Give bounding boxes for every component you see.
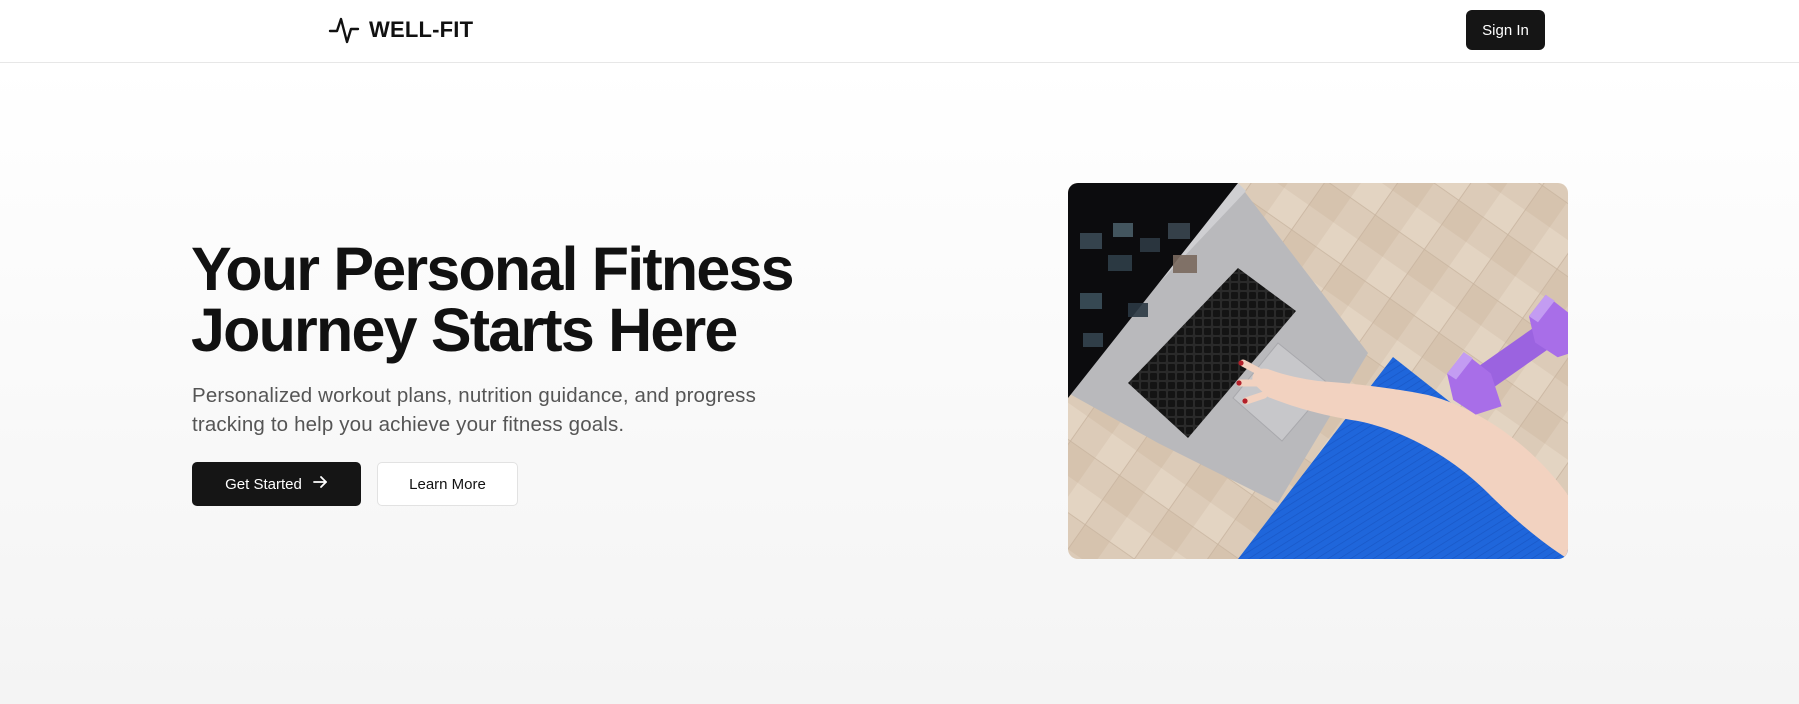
hero-section: Your Personal Fitness Journey Starts Her…: [0, 63, 1799, 704]
top-navbar: WELL-FIT Sign In: [0, 0, 1799, 63]
sign-in-button[interactable]: Sign In: [1466, 10, 1545, 50]
hero-title-line-2: Journey Starts Here: [191, 296, 738, 364]
arrow-right-icon: [312, 474, 328, 494]
get-started-label: Get Started: [225, 475, 302, 493]
hero-image: [1068, 183, 1568, 559]
hero-subtitle-line-2: tracking to help you achieve your fitnes…: [192, 413, 625, 436]
learn-more-button[interactable]: Learn More: [377, 462, 518, 506]
hero-subtitle-line-1: Personalized workout plans, nutrition gu…: [192, 384, 756, 407]
hero-subtitle: Personalized workout plans, nutrition gu…: [192, 381, 812, 439]
hero-title: Your Personal Fitness Journey Starts Her…: [191, 239, 891, 361]
activity-pulse-icon: [328, 14, 360, 46]
get-started-button[interactable]: Get Started: [192, 462, 361, 506]
hero-title-line-1: Your Personal Fitness: [191, 235, 795, 303]
brand-logo[interactable]: WELL-FIT: [328, 13, 473, 47]
brand-name: WELL-FIT: [369, 17, 474, 42]
